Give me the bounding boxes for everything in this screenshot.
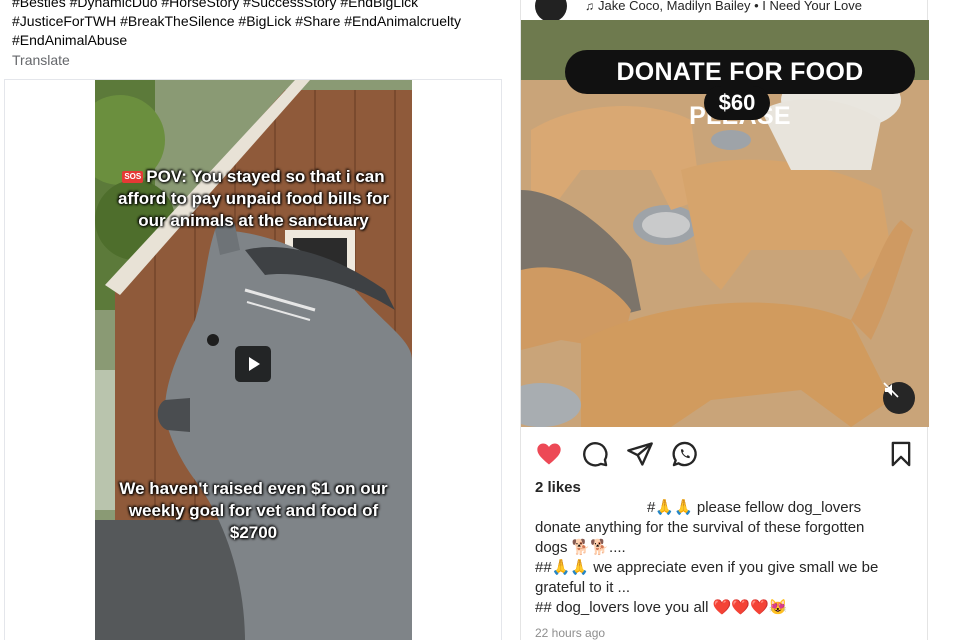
likes-count[interactable]: 2 likes: [535, 479, 581, 496]
video-caption-top: SOS POV: You stayed so that i can afford …: [103, 166, 404, 232]
caption-line: #🙏🙏 please fellow dog_lovers: [647, 499, 862, 516]
caption-line: dogs 🐕🐕....: [535, 539, 626, 556]
play-icon: [249, 357, 260, 371]
caption-line: grateful to it ...: [535, 579, 631, 596]
action-bar: [521, 436, 929, 472]
whatsapp-button[interactable]: [671, 440, 699, 468]
play-button[interactable]: [235, 346, 271, 382]
avatar[interactable]: [535, 0, 567, 22]
hashtag-line[interactable]: #Besties #DynamicDuo #HorseStory #Succes…: [12, 0, 502, 12]
hashtag-line[interactable]: #JusticeForTWH #BreakTheSilence #BigLick…: [12, 12, 502, 31]
muted-speaker-icon: [883, 382, 899, 398]
translate-link[interactable]: Translate: [12, 52, 70, 68]
bookmark-icon: [891, 441, 911, 467]
caption-line: donate anything for the survival of thes…: [535, 519, 865, 536]
mute-button[interactable]: [883, 382, 915, 414]
heart-icon: [537, 443, 561, 465]
video-caption-bottom: We haven't raised even $1 on our weekly …: [119, 479, 388, 542]
like-button[interactable]: [535, 440, 563, 468]
instagram-post: ♫ Jake Coco, Madilyn Bailey • I Need Your…: [520, 0, 929, 640]
post-media[interactable]: DONATE FOR FOOD PLEASE $60: [521, 20, 929, 427]
video-card: SOS POV: You stayed so that i can afford …: [4, 79, 502, 640]
send-icon: [627, 442, 653, 466]
music-track-label: Jake Coco, Madilyn Bailey • I Need Your …: [598, 0, 862, 13]
music-note-icon: ♫: [585, 0, 594, 13]
comment-button[interactable]: [581, 440, 609, 468]
whatsapp-icon: [672, 441, 697, 467]
hashtag-line[interactable]: #EndAnimalAbuse: [12, 31, 502, 50]
caption-line: ##🙏🙏 we appreciate even if you give smal…: [535, 559, 879, 576]
post-caption: #🙏🙏 please fellow dog_lovers donate anyt…: [535, 498, 925, 618]
sos-badge-icon: SOS: [122, 171, 144, 183]
comment-icon: [583, 442, 608, 467]
donation-amount: $60: [704, 86, 770, 120]
video-player[interactable]: SOS POV: You stayed so that i can afford …: [95, 80, 412, 640]
post-timestamp[interactable]: 22 hours ago: [535, 626, 605, 640]
facebook-post: #Besties #DynamicDuo #HorseStory #Succes…: [0, 0, 512, 640]
post-hashtags: #Besties #DynamicDuo #HorseStory #Succes…: [12, 0, 502, 50]
video-caption-top-text: POV: You stayed so that i can afford to …: [117, 167, 390, 230]
share-button[interactable]: [626, 440, 654, 468]
save-button[interactable]: [887, 440, 915, 468]
music-info[interactable]: ♫ Jake Coco, Madilyn Bailey • I Need Your…: [585, 0, 862, 13]
caption-line: ## dog_lovers love you all ❤️❤️❤️😻: [535, 599, 788, 616]
